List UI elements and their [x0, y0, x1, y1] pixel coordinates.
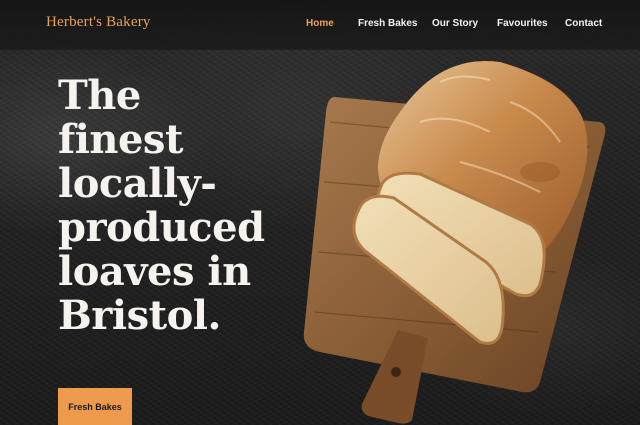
fresh-bakes-button[interactable]: Fresh Bakes [58, 388, 132, 425]
nav-item-home[interactable]: Home [306, 18, 334, 29]
nav-item-favourites[interactable]: Favourites [497, 18, 548, 29]
hero-heading: The finest locally- produced loaves in B… [58, 74, 278, 338]
hero-heading-line: produced [58, 204, 265, 251]
nav-item-our-story[interactable]: Our Story [432, 18, 478, 29]
brand-logo[interactable]: Herbert's Bakery [46, 14, 151, 31]
nav-item-contact[interactable]: Contact [565, 18, 602, 29]
hero-heading-line: The finest [58, 72, 183, 163]
hero-heading-line: Bristol. [58, 292, 221, 339]
navbar: Herbert's Bakery Home Fresh Bakes Our St… [0, 0, 640, 50]
bread-board-image [303, 61, 606, 424]
hero-heading-line: loaves in [58, 248, 251, 295]
nav-item-fresh-bakes[interactable]: Fresh Bakes [358, 18, 417, 29]
hero-heading-line: locally- [58, 160, 217, 207]
